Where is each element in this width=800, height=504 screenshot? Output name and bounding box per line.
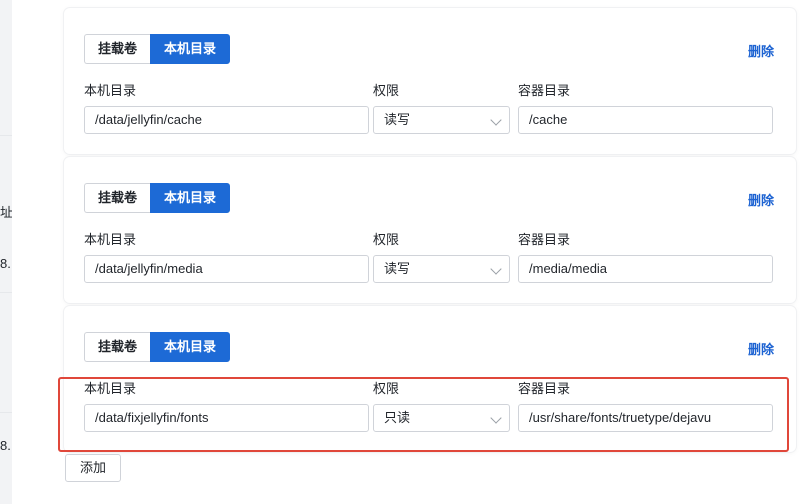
permission-select[interactable]: 读写 [373,106,510,134]
mount-card: 挂载卷 本机目录 删除 本机目录 权限 容器目录 /data/jellyfin/… [64,157,796,303]
tab-volume[interactable]: 挂载卷 [84,183,151,213]
mount-config-drawer: 挂载卷 本机目录 删除 本机目录 权限 容器目录 /data/jellyfin/… [12,0,800,504]
container-dir-label: 容器目录 [518,232,571,247]
container-dir-input[interactable]: /cache [518,106,773,134]
chevron-down-icon [490,412,502,424]
permission-select[interactable]: 读写 [373,255,510,283]
tab-host-directory[interactable]: 本机目录 [150,183,231,213]
tab-volume[interactable]: 挂载卷 [84,332,151,362]
host-dir-input[interactable]: /data/fixjellyfin/fonts [84,404,369,432]
mount-card: 挂载卷 本机目录 删除 本机目录 权限 容器目录 /data/fixjellyf… [64,306,796,452]
container-dir-input[interactable]: /usr/share/fonts/truetype/dejavu [518,404,773,432]
tab-host-directory[interactable]: 本机目录 [150,332,231,362]
host-dir-input[interactable]: /data/jellyfin/cache [84,106,369,134]
background-text-fragment: 8. [0,438,11,453]
permission-value: 读写 [384,261,411,276]
divider [0,135,12,136]
permission-select[interactable]: 只读 [373,404,510,432]
mount-type-toggle: 挂载卷 本机目录 [84,183,231,213]
tab-host-directory[interactable]: 本机目录 [150,34,231,64]
container-dir-label: 容器目录 [518,381,571,396]
host-dir-label: 本机目录 [84,83,137,98]
mount-card: 挂载卷 本机目录 删除 本机目录 权限 容器目录 /data/jellyfin/… [64,8,796,154]
background-text-fragment: 8. [0,256,11,271]
delete-button[interactable]: 删除 [748,190,774,209]
permission-label: 权限 [373,83,400,98]
chevron-down-icon [490,263,502,275]
delete-button[interactable]: 删除 [748,41,774,60]
divider [0,412,12,413]
tab-volume[interactable]: 挂载卷 [84,34,151,64]
host-dir-label: 本机目录 [84,232,137,247]
permission-label: 权限 [373,381,400,396]
permission-value: 只读 [384,410,411,425]
divider [0,292,12,293]
permission-value: 读写 [384,112,411,127]
mount-type-toggle: 挂载卷 本机目录 [84,34,231,64]
container-dir-input[interactable]: /media/media [518,255,773,283]
host-dir-label: 本机目录 [84,381,137,396]
mount-type-toggle: 挂载卷 本机目录 [84,332,231,362]
host-dir-input[interactable]: /data/jellyfin/media [84,255,369,283]
chevron-down-icon [490,114,502,126]
delete-button[interactable]: 删除 [748,339,774,358]
add-mount-button[interactable]: 添加 [65,454,121,482]
container-dir-label: 容器目录 [518,83,571,98]
permission-label: 权限 [373,232,400,247]
